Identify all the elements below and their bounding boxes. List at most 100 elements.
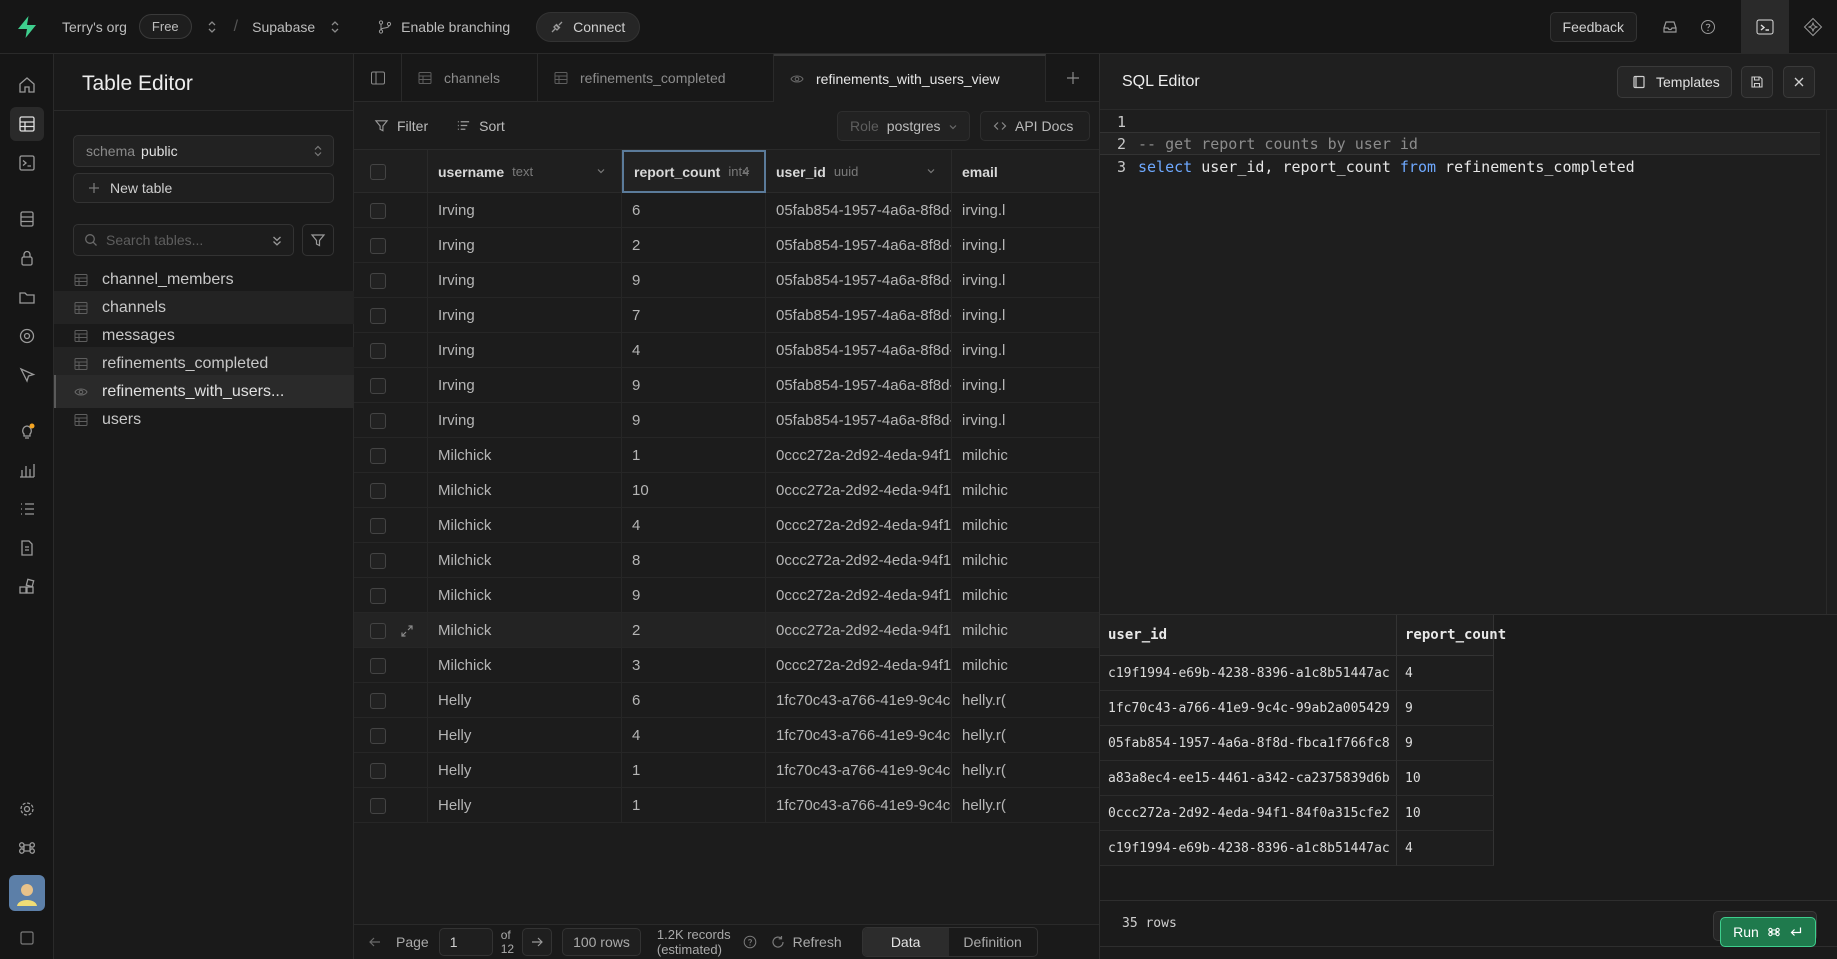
row-checkbox[interactable] [370, 482, 386, 499]
grid-cell[interactable]: 1 [622, 438, 766, 473]
grid-cell[interactable]: helly.r( [952, 753, 1099, 788]
grid-cell[interactable]: Irving [428, 403, 622, 438]
grid-cell[interactable]: irving.l [952, 333, 1099, 368]
column-header-username[interactable]: username text [428, 150, 622, 193]
grid-cell[interactable]: 0ccc272a-2d92-4eda-94f1-84f [766, 473, 952, 508]
api-docs-icon[interactable] [10, 531, 44, 565]
run-button[interactable]: Run [1720, 917, 1816, 947]
row-checkbox[interactable] [370, 797, 386, 814]
auth-lock-icon[interactable] [10, 241, 44, 275]
project-name[interactable]: Supabase [252, 19, 315, 35]
row-checkbox[interactable] [370, 202, 386, 219]
row-checkbox[interactable] [370, 657, 386, 674]
integrations-icon[interactable] [10, 570, 44, 604]
row-checkbox[interactable] [370, 447, 386, 464]
column-header-report-count[interactable]: report_count int4 [622, 150, 766, 193]
grid-cell[interactable]: Helly [428, 753, 622, 788]
grid-cell[interactable]: 0ccc272a-2d92-4eda-94f1-84f [766, 543, 952, 578]
table-row[interactable]: Milchick90ccc272a-2d92-4eda-94f1-84fmilc… [354, 578, 1099, 613]
grid-cell[interactable]: 0ccc272a-2d92-4eda-94f1-84f [766, 438, 952, 473]
grid-cell[interactable]: 9 [622, 578, 766, 613]
result-column-header[interactable]: report_count [1397, 615, 1506, 656]
grid-cell[interactable]: milchic [952, 473, 1099, 508]
next-page-button[interactable] [522, 928, 553, 956]
logs-icon[interactable] [10, 492, 44, 526]
grid-cell[interactable]: Milchick [428, 543, 622, 578]
storage-icon[interactable] [10, 280, 44, 314]
grid-cell[interactable]: irving.l [952, 298, 1099, 333]
checkbox[interactable] [370, 163, 386, 180]
row-checkbox[interactable] [370, 237, 386, 254]
new-tab-plus-icon[interactable] [1046, 54, 1099, 102]
table-row[interactable]: Milchick40ccc272a-2d92-4eda-94f1-84fmilc… [354, 508, 1099, 543]
table-row[interactable]: Milchick20ccc272a-2d92-4eda-94f1-84fmilc… [354, 613, 1099, 648]
chevron-down-icon[interactable] [740, 166, 752, 178]
table-row[interactable]: Helly11fc70c43-a766-41e9-9c4c-99ahelly.r… [354, 788, 1099, 823]
grid-cell[interactable]: irving.l [952, 263, 1099, 298]
grid-cell[interactable]: 1fc70c43-a766-41e9-9c4c-99a [766, 683, 952, 718]
tab-refinements-completed[interactable]: refinements_completed [538, 54, 774, 102]
grid-cell[interactable]: 3 [622, 648, 766, 683]
grid-cell[interactable]: Milchick [428, 508, 622, 543]
grid-cell[interactable]: 9 [622, 403, 766, 438]
grid-cell[interactable]: 6 [622, 683, 766, 718]
column-header-email[interactable]: email [952, 150, 1099, 193]
settings-gear-icon[interactable] [10, 792, 44, 826]
table-editor-icon[interactable] [10, 107, 44, 141]
save-icon[interactable] [1741, 66, 1773, 98]
grid-cell[interactable]: milchic [952, 613, 1099, 648]
result-cell[interactable]: c19f1994-e69b-4238-8396-a1c8b51447ac [1100, 656, 1397, 691]
enable-branching-button[interactable]: Enable branching [377, 19, 510, 35]
grid-cell[interactable]: 1 [622, 753, 766, 788]
grid-cell[interactable]: 1 [622, 788, 766, 823]
grid-cell[interactable]: Irving [428, 228, 622, 263]
grid-cell[interactable]: 0ccc272a-2d92-4eda-94f1-84f [766, 648, 952, 683]
row-checkbox[interactable] [370, 272, 386, 289]
grid-cell[interactable]: 05fab854-1957-4a6a-8f8d-fbca [766, 298, 952, 333]
definition-tab[interactable]: Definition [949, 928, 1037, 956]
realtime-icon[interactable] [10, 358, 44, 392]
grid-cell[interactable]: 8 [622, 543, 766, 578]
edge-functions-icon[interactable] [10, 319, 44, 353]
grid-cell[interactable]: 4 [622, 333, 766, 368]
filter-button[interactable]: Filter [374, 118, 428, 134]
result-column-header[interactable]: user_id [1100, 615, 1397, 656]
select-all-checkbox[interactable] [354, 150, 428, 193]
advisors-icon[interactable] [10, 414, 44, 448]
chevron-down-icon[interactable] [595, 165, 607, 177]
grid-cell[interactable]: 1fc70c43-a766-41e9-9c4c-99a [766, 753, 952, 788]
grid-cell[interactable]: 9 [622, 263, 766, 298]
row-checkbox[interactable] [370, 307, 386, 324]
row-checkbox[interactable] [370, 342, 386, 359]
grid-cell[interactable]: Helly [428, 718, 622, 753]
result-cell[interactable]: 1fc70c43-a766-41e9-9c4c-99ab2a005429 [1100, 691, 1397, 726]
grid-cell[interactable]: Milchick [428, 438, 622, 473]
chevron-down-icon[interactable] [925, 165, 937, 177]
result-cell[interactable]: c19f1994-e69b-4238-8396-a1c8b51447ac [1100, 831, 1397, 866]
result-cell[interactable]: 9 [1397, 726, 1494, 761]
table-row[interactable]: Milchick10ccc272a-2d92-4eda-94f1-84fmilc… [354, 438, 1099, 473]
grid-cell[interactable]: irving.l [952, 403, 1099, 438]
database-icon[interactable] [10, 202, 44, 236]
result-cell[interactable]: a83a8ec4-ee15-4461-a342-ca2375839d6b [1100, 761, 1397, 796]
sql-editor-icon[interactable] [10, 146, 44, 180]
grid-cell[interactable]: milchic [952, 508, 1099, 543]
row-checkbox[interactable] [370, 587, 386, 604]
table-row[interactable]: Milchick30ccc272a-2d92-4eda-94f1-84fmilc… [354, 648, 1099, 683]
grid-cell[interactable]: 05fab854-1957-4a6a-8f8d-fbca [766, 368, 952, 403]
grid-cell[interactable]: 1fc70c43-a766-41e9-9c4c-99a [766, 788, 952, 823]
grid-cell[interactable]: 1fc70c43-a766-41e9-9c4c-99a [766, 718, 952, 753]
sidebar-toggle-icon[interactable] [10, 921, 44, 955]
table-row[interactable]: Helly41fc70c43-a766-41e9-9c4c-99ahelly.r… [354, 718, 1099, 753]
grid-cell[interactable]: 4 [622, 718, 766, 753]
grid-cell[interactable]: 05fab854-1957-4a6a-8f8d-fbca [766, 403, 952, 438]
prev-page-icon[interactable] [368, 935, 382, 949]
command-menu-icon[interactable] [10, 831, 44, 865]
sort-button[interactable]: Sort [456, 118, 505, 134]
grid-cell[interactable]: Milchick [428, 648, 622, 683]
data-tab[interactable]: Data [862, 928, 949, 956]
row-checkbox[interactable] [370, 517, 386, 534]
table-row[interactable]: Irving905fab854-1957-4a6a-8f8d-fbcairvin… [354, 368, 1099, 403]
grid-cell[interactable]: helly.r( [952, 683, 1099, 718]
templates-button[interactable]: Templates [1617, 66, 1732, 98]
